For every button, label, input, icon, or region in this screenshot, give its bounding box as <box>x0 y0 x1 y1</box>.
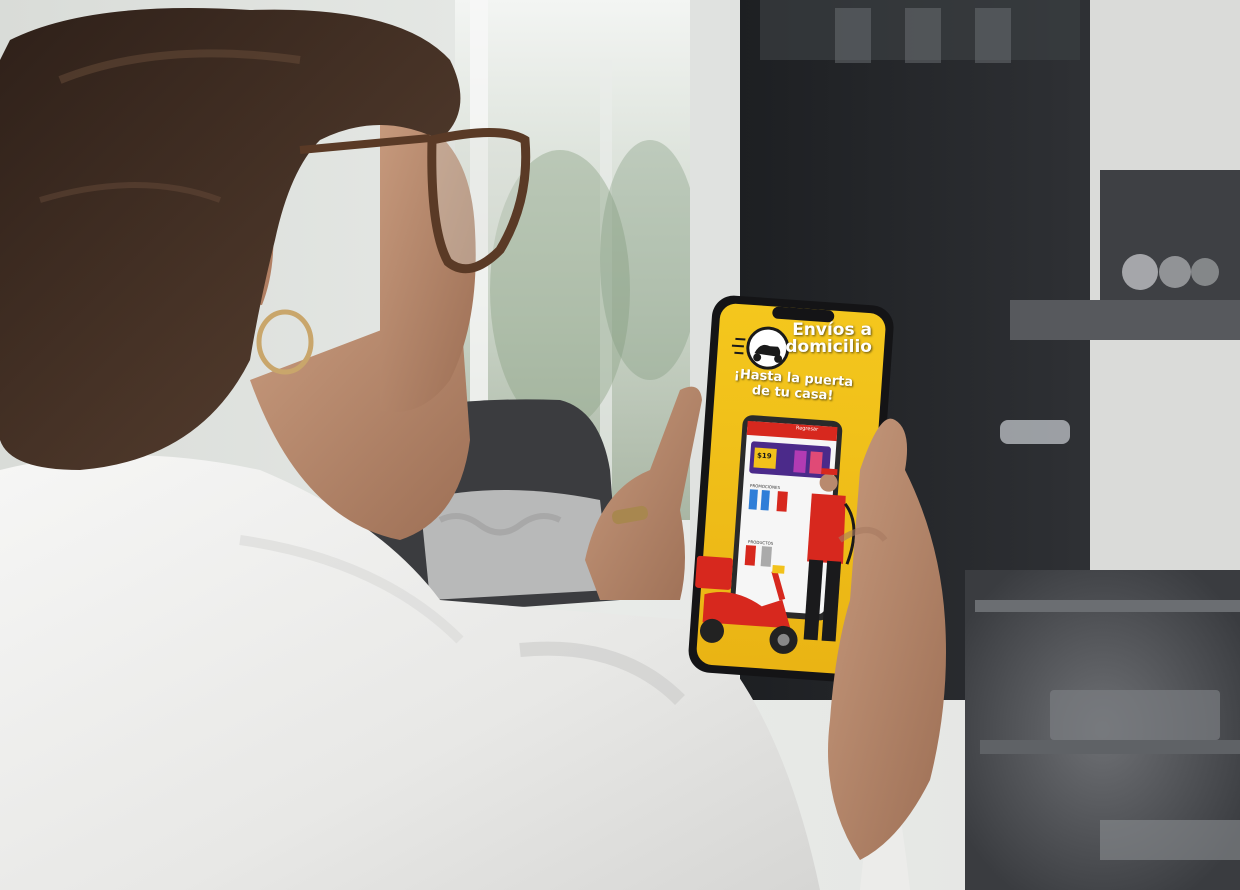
inner-promo-price: $19 <box>756 451 772 461</box>
photo-scene <box>0 0 1240 890</box>
screen-headline: Envíos a domicilio <box>768 322 872 356</box>
screen-headline-line2: domicilio <box>785 337 872 357</box>
photo-illustration <box>0 0 1240 890</box>
